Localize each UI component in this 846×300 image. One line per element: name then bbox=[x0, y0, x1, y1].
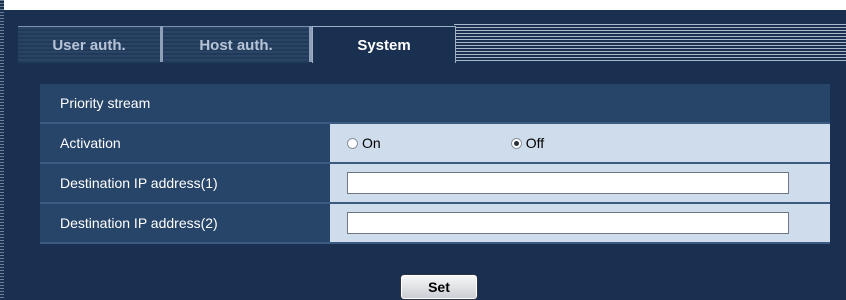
tab-system[interactable]: System bbox=[312, 26, 456, 63]
destination-ip-2-row: Destination IP address(2) bbox=[40, 204, 830, 244]
section-title: Priority stream bbox=[40, 84, 830, 124]
destination-ip-2-label: Destination IP address(2) bbox=[40, 204, 330, 242]
tab-strip: User auth. Host auth. System bbox=[4, 10, 846, 63]
destination-ip-1-input[interactable] bbox=[347, 172, 789, 194]
activation-on-radio[interactable]: On bbox=[347, 135, 381, 151]
tab-host-auth[interactable]: Host auth. bbox=[163, 26, 309, 63]
destination-ip-2-value bbox=[330, 204, 830, 242]
priority-stream-panel: Priority stream Activation On Off Destin… bbox=[40, 84, 830, 244]
tab-user-auth[interactable]: User auth. bbox=[18, 26, 160, 63]
activation-off-radio[interactable]: Off bbox=[510, 135, 545, 151]
destination-ip-1-row: Destination IP address(1) bbox=[40, 164, 830, 204]
activation-label: Activation bbox=[40, 124, 330, 162]
destination-ip-1-value bbox=[330, 164, 830, 202]
activation-off-label: Off bbox=[525, 135, 545, 151]
set-button[interactable]: Set bbox=[400, 274, 478, 300]
activation-on-label: On bbox=[362, 135, 381, 151]
top-bar bbox=[4, 0, 846, 10]
radio-circle-icon bbox=[347, 137, 358, 149]
activation-value: On Off bbox=[330, 124, 830, 162]
settings-frame: User auth. Host auth. System Priority st… bbox=[4, 0, 846, 300]
tab-strip-lines bbox=[454, 24, 846, 62]
activation-row: Activation On Off bbox=[40, 124, 830, 164]
radio-selected-icon bbox=[510, 137, 522, 149]
destination-ip-2-input[interactable] bbox=[347, 212, 789, 234]
destination-ip-1-label: Destination IP address(1) bbox=[40, 164, 330, 202]
